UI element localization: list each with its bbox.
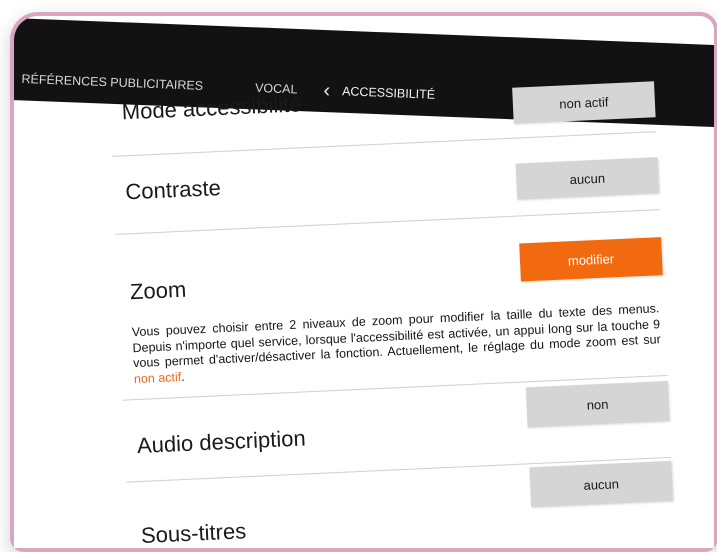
audio-description-button[interactable]: non xyxy=(525,380,670,428)
zoom-status: non actif xyxy=(133,369,182,386)
divider xyxy=(115,209,660,235)
contraste-button[interactable]: aucun xyxy=(515,157,660,200)
zoom-description-text: Vous pouvez choisir entre 2 niveaux de z… xyxy=(131,301,662,371)
setting-label: Sous-titres xyxy=(140,518,247,548)
divider xyxy=(111,131,657,157)
setting-label: Mode accessibilité xyxy=(121,91,302,125)
sous-titres-button[interactable]: aucun xyxy=(529,460,674,508)
setting-label: Audio description xyxy=(136,425,307,459)
setting-label: Contraste xyxy=(124,175,222,205)
zoom-modifier-button[interactable]: modifier xyxy=(519,237,663,282)
mode-accessibilite-button[interactable]: non actif xyxy=(512,81,656,124)
settings-list: Mode accessibilité non actif Contraste a… xyxy=(109,69,675,548)
device-frame: RÉFÉRENCES PUBLICITAIRES VOCAL ‹ ACCESSI… xyxy=(10,12,717,552)
setting-label: Zoom xyxy=(129,276,187,305)
zoom-description: Vous pouvez choisir entre 2 niveaux de z… xyxy=(132,301,662,387)
nav-item-references-publicitaires[interactable]: RÉFÉRENCES PUBLICITAIRES xyxy=(21,72,203,93)
tv-screen: RÉFÉRENCES PUBLICITAIRES VOCAL ‹ ACCESSI… xyxy=(14,16,714,548)
zoom-description-end: . xyxy=(180,369,185,384)
